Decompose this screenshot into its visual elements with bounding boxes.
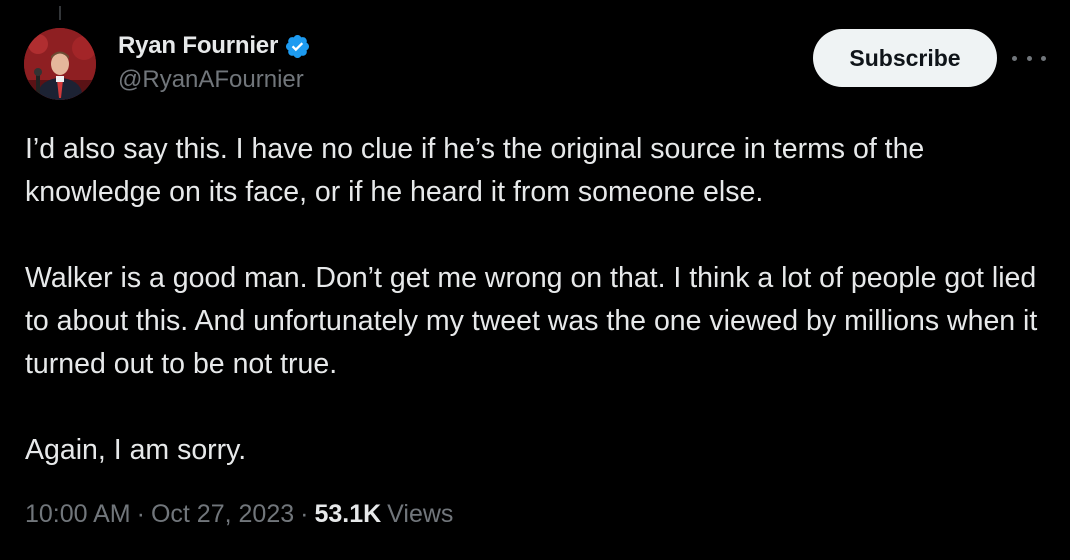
tweet-paragraph: Walker is a good man. Don’t get me wrong… (25, 262, 1046, 380)
author-display-name[interactable]: Ryan Fournier (118, 32, 278, 60)
more-horizontal-icon[interactable] (1012, 46, 1046, 70)
verified-badge-icon[interactable] (284, 33, 311, 60)
subscribe-button[interactable]: Subscribe (813, 29, 997, 87)
views-label[interactable]: Views (387, 500, 453, 529)
more-dot (1012, 55, 1017, 61)
tweet-paragraph: I’d also say this. I have no clue if he’… (25, 133, 933, 208)
author-name-row: Ryan Fournier (118, 30, 311, 62)
avatar-photo (24, 28, 96, 100)
avatar[interactable] (24, 28, 96, 100)
author-handle[interactable]: @RyanAFournier (118, 66, 311, 94)
more-dot (1026, 55, 1032, 61)
more-dot (1041, 55, 1046, 61)
tweet-paragraph: Again, I am sorry. (25, 434, 247, 466)
meta-separator: · (136, 500, 145, 528)
meta-separator: · (300, 500, 309, 528)
tweet-metadata: 10:00 AM · Oct 27, 2023 · 53.1K Views (25, 500, 453, 529)
tweet-time[interactable]: 10:00 AM (25, 500, 131, 529)
tweet-text: I’d also say this. I have no clue if he’… (25, 128, 1055, 472)
thread-connector-line (59, 6, 61, 20)
views-count[interactable]: 53.1K (314, 500, 381, 529)
tweet-header: Ryan Fournier @RyanAFournier (118, 30, 311, 94)
tweet-date[interactable]: Oct 27, 2023 (151, 500, 294, 529)
